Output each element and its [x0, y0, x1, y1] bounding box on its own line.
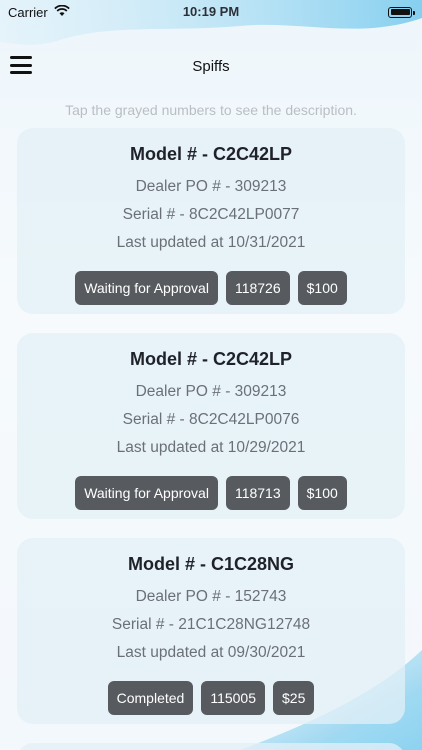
card-serial: Serial # - 21C1C28NG12748 — [111, 616, 311, 633]
status-badge[interactable]: Completed — [107, 681, 194, 715]
amount-chip[interactable]: $25 — [273, 681, 315, 715]
amount-chip[interactable]: $100 — [297, 271, 347, 305]
spiff-number-chip[interactable]: 115005 — [201, 681, 266, 715]
hamburger-menu-icon[interactable] — [10, 56, 32, 74]
nav-bar: Spiffs — [0, 48, 422, 84]
spiff-card[interactable]: Model # - C1C28NG Dealer PO # - 152743 S… — [17, 538, 405, 724]
page-title: Spiffs — [192, 57, 230, 75]
card-updated: Last updated at 09/30/2021 — [116, 644, 306, 661]
amount-chip[interactable]: $100 — [297, 476, 347, 510]
spiff-number-chip[interactable]: 118726 — [225, 271, 290, 305]
card-updated: Last updated at 10/31/2021 — [116, 234, 306, 251]
status-badge[interactable]: Waiting for Approval — [75, 476, 218, 510]
card-model: Model # - C1C28NG — [127, 554, 295, 574]
card-model: Model # - C2C42LP — [129, 349, 293, 369]
spiff-card-partial[interactable] — [17, 743, 405, 750]
card-model: Model # - C2C42LP — [129, 144, 293, 164]
card-serial: Serial # - 8C2C42LP0076 — [122, 411, 300, 428]
hint-text: Tap the grayed numbers to see the descri… — [65, 102, 357, 118]
spiff-number-chip[interactable]: 118713 — [225, 476, 290, 510]
spiff-list: Model # - C2C42LP Dealer PO # - 309213 S… — [17, 128, 405, 750]
card-dealer-po: Dealer PO # - 309213 — [135, 178, 287, 195]
status-badge[interactable]: Waiting for Approval — [75, 271, 218, 305]
spiff-card[interactable]: Model # - C2C42LP Dealer PO # - 309213 S… — [17, 333, 405, 519]
status-time: 10:19 PM — [182, 4, 240, 19]
card-dealer-po: Dealer PO # - 309213 — [135, 383, 287, 400]
card-serial: Serial # - 8C2C42LP0077 — [122, 206, 300, 223]
spiff-card[interactable]: Model # - C2C42LP Dealer PO # - 309213 S… — [17, 128, 405, 314]
card-updated: Last updated at 10/29/2021 — [116, 439, 306, 456]
card-dealer-po: Dealer PO # - 152743 — [135, 588, 287, 605]
